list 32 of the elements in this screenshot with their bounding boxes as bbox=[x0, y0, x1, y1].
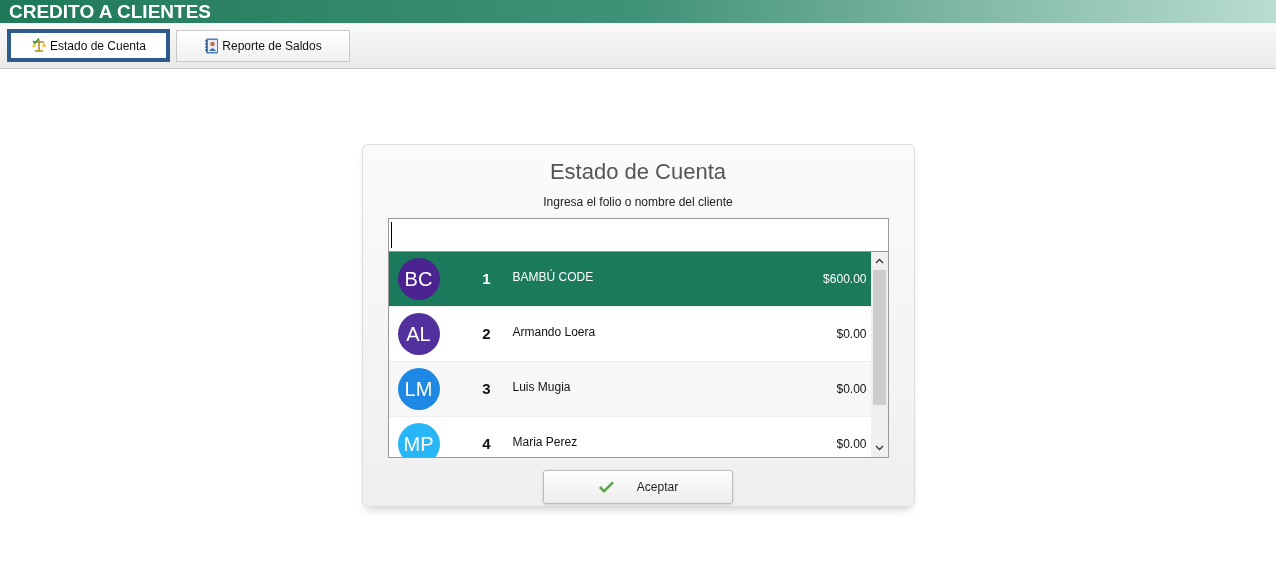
accept-button[interactable]: Aceptar bbox=[543, 470, 733, 504]
text-cursor bbox=[390, 222, 392, 248]
client-number: 1 bbox=[481, 268, 492, 289]
balance: $0.00 bbox=[836, 436, 867, 453]
dialog-title: Estado de Cuenta bbox=[549, 159, 727, 185]
balance: $0.00 bbox=[836, 381, 867, 398]
scroll-down-icon[interactable] bbox=[874, 445, 884, 451]
app-title: CREDITO A CLIENTES bbox=[9, 2, 211, 21]
scale-icon bbox=[30, 38, 47, 53]
search-field[interactable] bbox=[387, 218, 889, 252]
avatar: AL bbox=[397, 313, 440, 355]
client-row[interactable]: LM 3 Luis Mugia $0.00 bbox=[388, 362, 871, 417]
contact-book-icon bbox=[204, 37, 220, 54]
checkmark-icon bbox=[597, 480, 615, 494]
client-name: BAMBÚ CODE bbox=[512, 268, 595, 286]
client-name: Armando Loera bbox=[512, 324, 597, 341]
client-name: Maria Perez bbox=[512, 434, 579, 451]
balance: $600.00 bbox=[823, 271, 867, 288]
client-row[interactable]: BC 1 BAMBÚ CODE $600.00 bbox=[388, 252, 871, 307]
scroll-up-icon[interactable] bbox=[874, 258, 884, 264]
client-name: Luis Mugia bbox=[512, 379, 572, 396]
client-number: 2 bbox=[481, 323, 492, 344]
avatar: BC bbox=[397, 258, 440, 300]
tab[interactable]: Reporte de Saldos bbox=[176, 29, 350, 62]
client-number: 4 bbox=[481, 433, 492, 454]
client-number: 3 bbox=[481, 378, 492, 399]
tab[interactable]: Estado de Cuenta bbox=[7, 29, 170, 62]
prompt-text: Ingresa el folio o nombre del cliente bbox=[543, 194, 733, 211]
avatar: MP bbox=[397, 423, 440, 457]
scrollbar-thumb[interactable] bbox=[872, 270, 886, 405]
avatar: LM bbox=[397, 368, 440, 410]
balance: $0.00 bbox=[836, 326, 867, 343]
